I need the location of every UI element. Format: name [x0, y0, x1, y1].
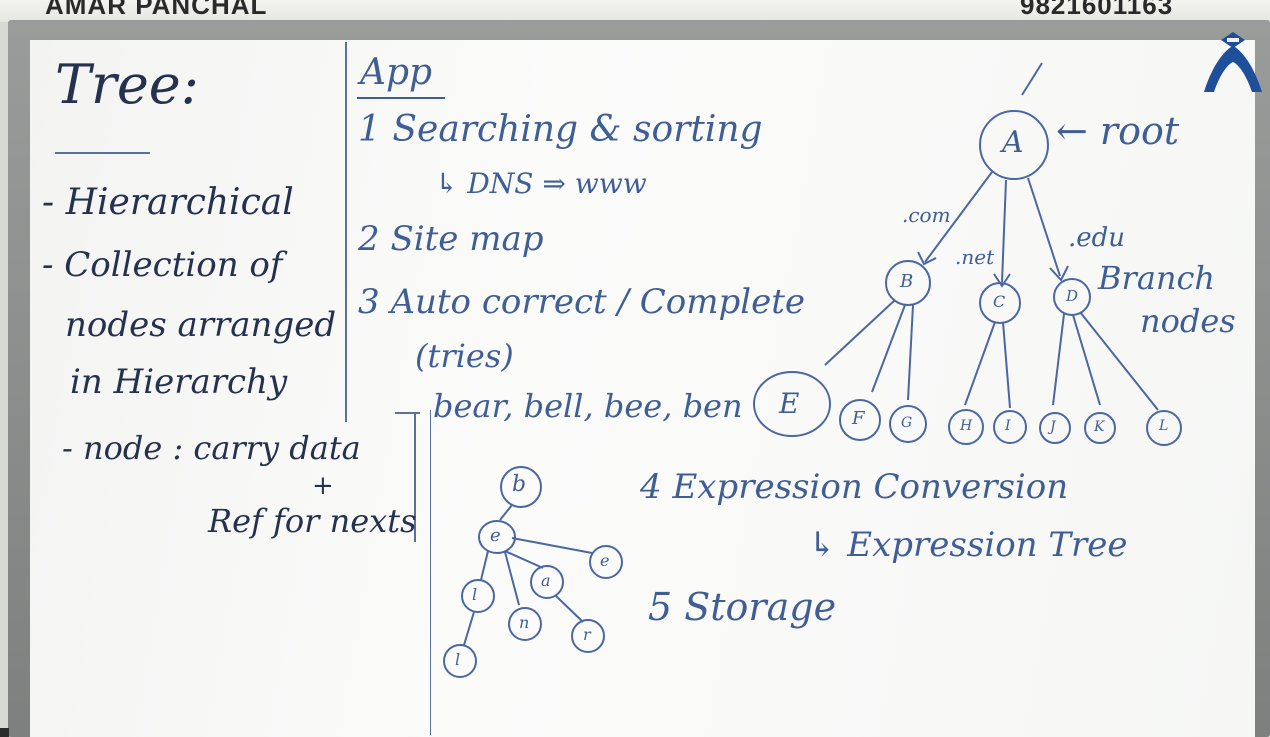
institute-logo-icon [1204, 32, 1262, 92]
trie-node-n: n [519, 613, 530, 632]
trie-node-b: b [512, 472, 527, 497]
trie-node-e-1: e [490, 525, 501, 546]
trie-diagram [443, 466, 623, 678]
corner-marker [0, 728, 9, 737]
trie-node-l-1: l [472, 585, 478, 604]
trie-node-l-2: l [455, 650, 461, 669]
trie-node-r: r [583, 625, 591, 644]
trie-node-e-2: e [600, 551, 610, 570]
trie-node-a: a [541, 571, 551, 590]
